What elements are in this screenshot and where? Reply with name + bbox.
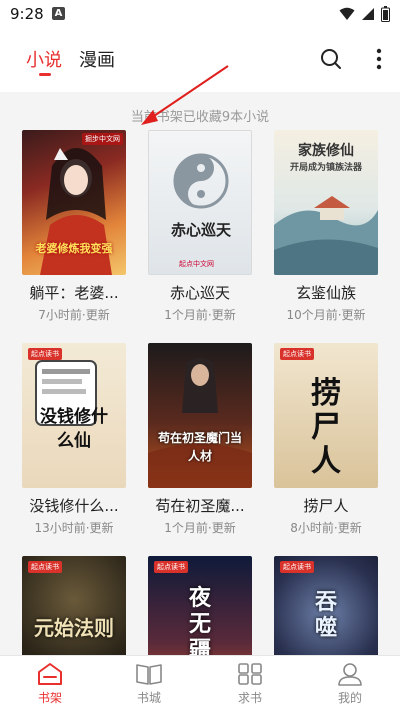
nav-label: 求书: [237, 691, 262, 705]
notification-badge-icon: A: [52, 7, 65, 20]
book-cover[interactable]: 起点读书 没钱修什么仙: [22, 343, 126, 488]
profile-icon: [338, 663, 362, 686]
cover-art: [148, 358, 252, 488]
nav-bookshelf[interactable]: 书架: [20, 662, 80, 710]
cover-title: 没钱修什么仙: [40, 407, 108, 451]
more-icon: [376, 48, 382, 70]
cover-title: 元始法则: [34, 616, 114, 640]
search-icon: [321, 49, 341, 69]
nav-profile[interactable]: 我的: [320, 662, 380, 710]
nav-book-city[interactable]: 书城: [119, 662, 179, 710]
status-bar: 9:28 A: [0, 0, 400, 30]
publisher-badge: 起点中文网: [179, 260, 214, 268]
bookshelf-icon: [38, 663, 62, 685]
book-updated: 8小时前·更新: [290, 521, 362, 535]
shelf-count-notice: 当前书架已收藏9本小说: [130, 110, 270, 125]
tab-comic[interactable]: 漫画: [79, 46, 115, 72]
cover-art: [173, 153, 229, 209]
book-cover[interactable]: 家族修仙 开局成为镇族法器: [274, 130, 378, 275]
cover-title: 老婆修炼我变强: [35, 242, 113, 255]
active-tab-indicator: [39, 73, 51, 76]
book-cover[interactable]: 起点读书 吞噬: [274, 556, 378, 655]
cover-art: [274, 196, 378, 275]
book-updated: 1个月前·更新: [164, 308, 236, 322]
book-updated: 7小时前·更新: [38, 308, 110, 322]
top-header: 小说 漫画: [0, 30, 400, 92]
cover-title: 夜无疆: [188, 586, 211, 655]
nav-label: 书城: [136, 691, 161, 705]
book-title: 苟在初圣魔...: [155, 497, 245, 515]
more-button[interactable]: [364, 44, 394, 74]
nav-label: 书架: [37, 691, 62, 705]
bottom-navigation: 书架 书城 求书 我的: [0, 655, 400, 710]
cover-title: 赤心巡天: [170, 221, 231, 239]
cover-title: 苟在初圣魔门当人材: [157, 431, 242, 463]
book-title: 没钱修什么...: [29, 497, 119, 515]
cover-title: 捞尸人: [311, 376, 341, 479]
book-cover[interactable]: 赤心巡天 起点中文网: [148, 130, 252, 275]
publisher-badge: 起点读书: [28, 561, 62, 573]
book-cover[interactable]: 起点读书 夜无疆: [148, 556, 252, 655]
nav-request-book[interactable]: 求书: [220, 662, 280, 710]
publisher-badge: 起点读书: [154, 561, 188, 573]
book-updated: 10个月前·更新: [286, 308, 366, 322]
book-title: 捞尸人: [303, 497, 349, 515]
battery-icon: [381, 6, 390, 22]
status-icons: [339, 5, 390, 23]
book-title: 赤心巡天: [169, 284, 230, 302]
signal-icon: [362, 8, 374, 20]
publisher-badge: 起点读书: [280, 348, 314, 360]
book-cover[interactable]: 苟在初圣魔门当人材: [148, 343, 252, 488]
book-city-icon: [136, 664, 162, 685]
publisher-badge: 起点读书: [280, 561, 314, 573]
book-updated: 1个月前·更新: [164, 521, 236, 535]
request-book-icon: [238, 663, 262, 685]
book-cover[interactable]: 掘步中文网 老婆修炼我变强: [22, 130, 126, 275]
bookshelf-content[interactable]: 当前书架已收藏9本小说 掘步中文网 老婆修炼我变强 躺平：老婆... 7小时前·…: [0, 92, 400, 655]
wifi-icon: [339, 7, 355, 20]
book-cover[interactable]: 起点读书 捞尸人: [274, 343, 378, 488]
book-title: 躺平：老婆...: [29, 284, 119, 302]
book-title: 玄鉴仙族: [295, 284, 356, 302]
search-button[interactable]: [316, 44, 346, 74]
book-cover[interactable]: 起点读书 元始法则: [22, 556, 126, 655]
tab-novel[interactable]: 小说: [26, 46, 62, 72]
nav-label: 我的: [337, 691, 362, 705]
book-updated: 13小时前·更新: [34, 521, 114, 535]
status-time: 9:28: [10, 5, 44, 23]
cover-title: 吞噬: [314, 590, 337, 641]
